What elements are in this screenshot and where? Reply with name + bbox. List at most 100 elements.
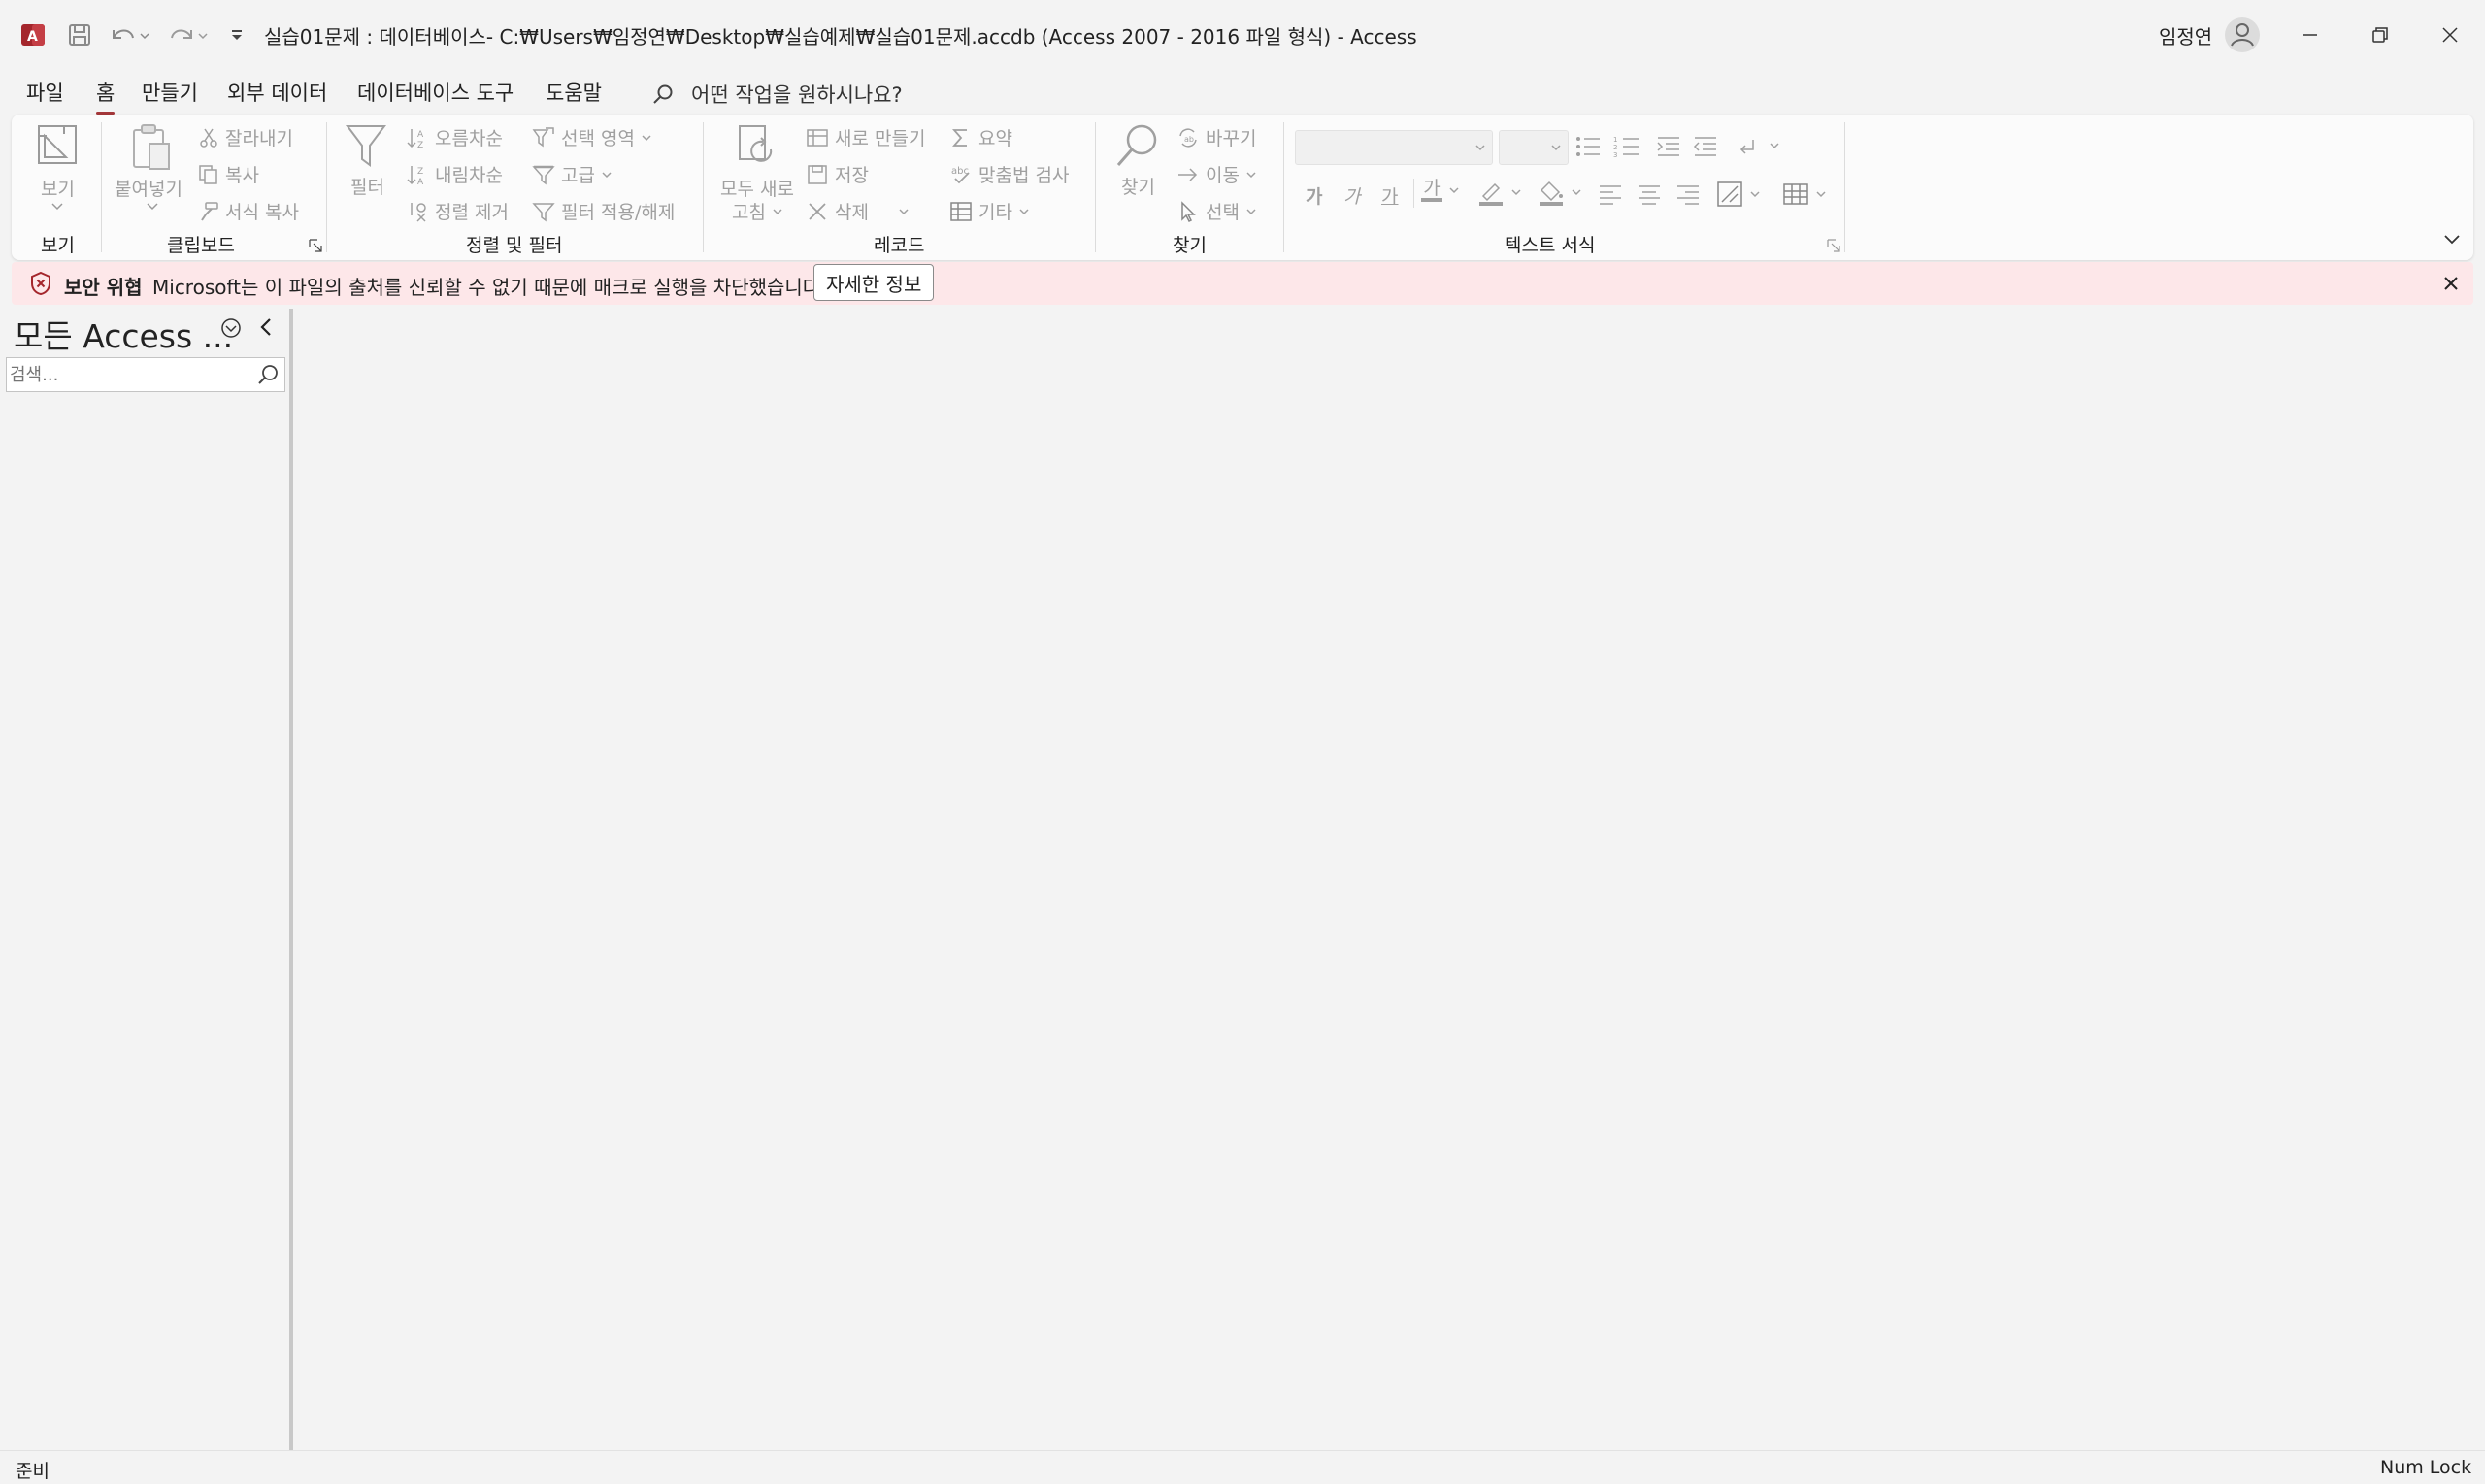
format-painter-button[interactable]: 서식 복사 xyxy=(198,198,299,224)
cursor-icon xyxy=(1176,200,1200,223)
chevron-down-icon[interactable] xyxy=(50,202,64,212)
tab-external-data[interactable]: 외부 데이터 xyxy=(227,78,327,107)
collapse-ribbon-icon[interactable] xyxy=(2442,233,2462,247)
alternate-row-color-button[interactable] xyxy=(1716,181,1761,208)
gridlines-icon xyxy=(1782,181,1809,208)
scissors-icon xyxy=(198,127,219,148)
selection-filter-button[interactable]: 선택 영역 xyxy=(532,124,652,150)
align-left-icon[interactable] xyxy=(1598,182,1623,206)
spelling-button[interactable]: abc 맞춤법 검사 xyxy=(949,161,1069,187)
fill-color-button[interactable] xyxy=(1538,179,1582,206)
gridlines-button[interactable] xyxy=(1782,181,1827,208)
search-icon xyxy=(652,83,674,105)
select-button[interactable]: 선택 xyxy=(1176,198,1257,224)
goto-button[interactable]: 이동 xyxy=(1176,161,1257,187)
new-record-button[interactable]: 새로 만들기 xyxy=(806,124,925,150)
decrease-indent-icon[interactable] xyxy=(1693,134,1718,159)
find-button[interactable]: 찾기 xyxy=(1121,173,1155,199)
chevron-down-icon xyxy=(1749,189,1761,199)
tab-file[interactable]: 파일 xyxy=(26,78,64,107)
group-label-find: 찾기 xyxy=(1173,235,1207,256)
more-info-button[interactable]: 자세한 정보 xyxy=(813,264,935,301)
sort-descending-icon: ZA xyxy=(406,163,429,186)
search-icon[interactable] xyxy=(256,363,280,386)
refresh-all-button[interactable]: 모두 새로 xyxy=(720,175,794,201)
chevron-down-icon xyxy=(1245,207,1257,216)
chevron-down-icon[interactable] xyxy=(146,202,159,212)
redo-icon[interactable] xyxy=(163,17,212,52)
tell-me-label: 어떤 작업을 원하시나요? xyxy=(691,83,903,107)
access-app-icon[interactable]: A xyxy=(19,21,47,49)
font-name-select[interactable] xyxy=(1295,130,1493,165)
tab-help[interactable]: 도움말 xyxy=(546,78,602,107)
new-record-icon xyxy=(806,126,829,149)
format-painter-icon xyxy=(198,201,219,222)
italic-button[interactable]: 가 xyxy=(1343,182,1360,209)
bullets-icon[interactable] xyxy=(1574,134,1602,159)
save-icon[interactable] xyxy=(62,17,97,52)
increase-indent-icon[interactable] xyxy=(1656,134,1681,159)
avatar[interactable] xyxy=(2223,16,2262,54)
advanced-filter-icon xyxy=(532,163,555,186)
nav-menu-icon[interactable] xyxy=(219,316,243,340)
nav-search-input[interactable] xyxy=(10,361,252,388)
dialog-launcher-icon[interactable] xyxy=(309,239,322,252)
filter-button[interactable]: 필터 xyxy=(350,173,384,199)
minimize-icon[interactable] xyxy=(2275,0,2345,70)
customize-qat-icon[interactable] xyxy=(219,17,254,52)
chevron-down-icon xyxy=(1571,187,1582,197)
save-record-button[interactable]: 저장 xyxy=(806,161,869,187)
font-color-swatch xyxy=(1421,198,1442,202)
chevron-down-icon xyxy=(601,170,613,180)
chevron-down-icon xyxy=(898,207,910,216)
find-icon xyxy=(1114,122,1161,171)
svg-text:Z: Z xyxy=(417,167,423,177)
more-records-button[interactable]: 기타 xyxy=(949,198,1030,224)
align-center-icon[interactable] xyxy=(1637,182,1662,206)
undo-icon[interactable] xyxy=(105,17,153,52)
alternate-row-color-icon xyxy=(1716,181,1743,208)
nav-pane-title[interactable]: 모든 Access ... xyxy=(14,311,233,357)
paragraph-direction-icon[interactable] xyxy=(1738,136,1782,159)
restore-icon[interactable] xyxy=(2345,0,2415,70)
security-warning-title: 보안 위협 xyxy=(64,276,143,299)
align-right-icon[interactable] xyxy=(1675,182,1701,206)
font-size-select[interactable] xyxy=(1499,130,1569,165)
remove-sort-button[interactable]: 정렬 제거 xyxy=(406,198,509,224)
view-button[interactable]: 보기 xyxy=(41,175,75,201)
tell-me-search[interactable]: 어떤 작업을 원하시나요? xyxy=(652,80,903,109)
tab-home[interactable]: 홈 xyxy=(96,78,116,115)
cut-button[interactable]: 잘라내기 xyxy=(198,124,293,150)
tab-database-tools[interactable]: 데이터베이스 도구 xyxy=(357,78,514,107)
user-name[interactable]: 임정연 xyxy=(2159,21,2212,49)
numbering-icon[interactable]: 123 xyxy=(1613,134,1640,159)
svg-text:1: 1 xyxy=(1613,136,1617,144)
toggle-filter-button[interactable]: 필터 적용/해제 xyxy=(532,198,675,224)
bold-button[interactable]: 가 xyxy=(1306,182,1322,209)
chevron-left-icon[interactable] xyxy=(256,316,278,338)
sort-ascending-icon: AZ xyxy=(406,126,429,149)
svg-text:A: A xyxy=(27,29,38,45)
copy-button[interactable]: 복사 xyxy=(198,161,259,187)
font-color-button[interactable]: 가 xyxy=(1421,179,1460,202)
sort-ascending-button[interactable]: AZ 오름차순 xyxy=(406,124,503,150)
underline-button[interactable]: 가 xyxy=(1381,182,1398,209)
svg-text:2: 2 xyxy=(1613,144,1617,151)
tab-create[interactable]: 만들기 xyxy=(142,78,198,107)
close-icon[interactable] xyxy=(2440,273,2462,294)
totals-button[interactable]: 요약 xyxy=(949,124,1012,150)
delete-record-button[interactable]: 삭제 xyxy=(806,198,910,224)
close-icon[interactable] xyxy=(2415,0,2485,70)
paste-button[interactable]: 붙여넣기 xyxy=(115,175,182,201)
advanced-filter-button[interactable]: 고급 xyxy=(532,161,613,187)
delete-icon xyxy=(806,200,829,223)
selection-filter-icon xyxy=(532,126,555,149)
sort-descending-button[interactable]: ZA 내림차순 xyxy=(406,161,503,187)
dialog-launcher-icon[interactable] xyxy=(1827,239,1840,252)
chevron-down-icon xyxy=(1018,207,1030,216)
refresh-all-menu[interactable]: 고침 xyxy=(732,198,783,224)
chevron-down-icon xyxy=(1550,143,1562,152)
highlight-button[interactable] xyxy=(1477,179,1522,206)
replace-button[interactable]: ab 바꾸기 xyxy=(1176,124,1256,150)
navigation-pane xyxy=(0,309,293,1450)
